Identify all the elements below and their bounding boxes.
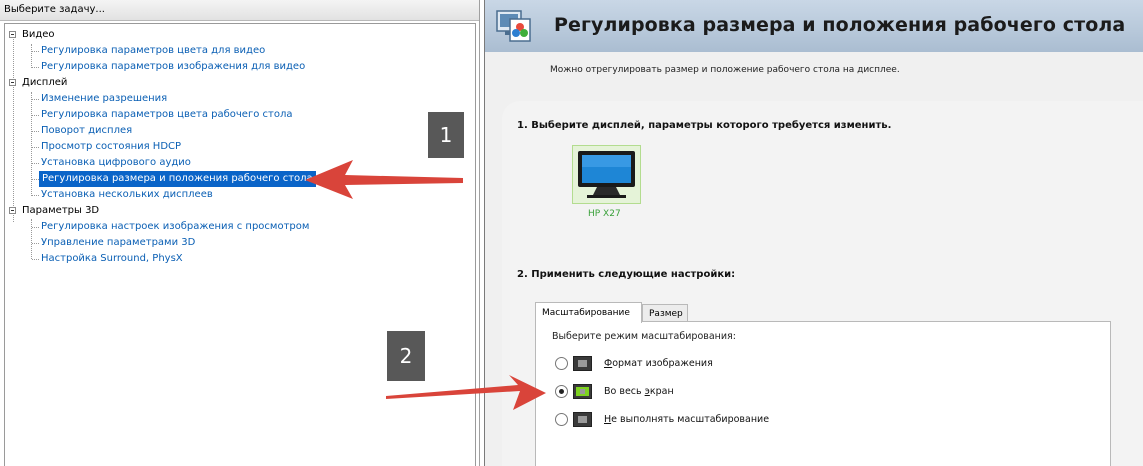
tab-scaling[interactable]: Масштабирование <box>535 302 642 323</box>
annotation-arrow-2 <box>386 375 546 410</box>
annotation-arrow-1 <box>305 160 463 199</box>
annotation-arrows <box>305 160 546 410</box>
